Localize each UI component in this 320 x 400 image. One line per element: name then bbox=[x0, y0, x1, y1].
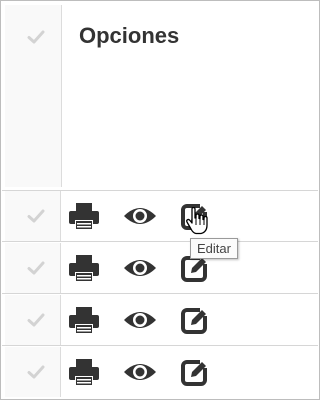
table-header: Opciones bbox=[2, 2, 318, 190]
row-select-cell[interactable] bbox=[5, 243, 61, 293]
print-icon[interactable] bbox=[66, 357, 102, 387]
edit-icon[interactable] bbox=[178, 357, 214, 387]
header-select-cell[interactable] bbox=[5, 5, 62, 187]
hand-cursor-icon bbox=[186, 207, 208, 235]
eye-icon[interactable] bbox=[122, 305, 158, 335]
eye-icon[interactable] bbox=[122, 201, 158, 231]
row-select-cell[interactable] bbox=[5, 191, 61, 241]
checkmark-icon[interactable] bbox=[27, 207, 45, 225]
table-row bbox=[2, 295, 318, 346]
table-row bbox=[2, 347, 318, 397]
eye-icon[interactable] bbox=[122, 357, 158, 387]
options-table: Opciones bbox=[0, 0, 320, 400]
row-select-cell[interactable] bbox=[5, 347, 61, 397]
edit-tooltip: Editar bbox=[190, 238, 238, 259]
checkmark-icon[interactable] bbox=[27, 28, 45, 46]
edit-icon[interactable] bbox=[178, 305, 214, 335]
checkmark-icon[interactable] bbox=[27, 259, 45, 277]
column-title: Opciones bbox=[79, 23, 180, 48]
print-icon[interactable] bbox=[66, 305, 102, 335]
checkmark-icon[interactable] bbox=[27, 363, 45, 381]
print-icon[interactable] bbox=[66, 253, 102, 283]
row-select-cell[interactable] bbox=[5, 295, 61, 345]
print-icon[interactable] bbox=[66, 201, 102, 231]
table-row bbox=[2, 243, 318, 294]
checkmark-icon[interactable] bbox=[27, 311, 45, 329]
table-row bbox=[2, 191, 318, 242]
eye-icon[interactable] bbox=[122, 253, 158, 283]
